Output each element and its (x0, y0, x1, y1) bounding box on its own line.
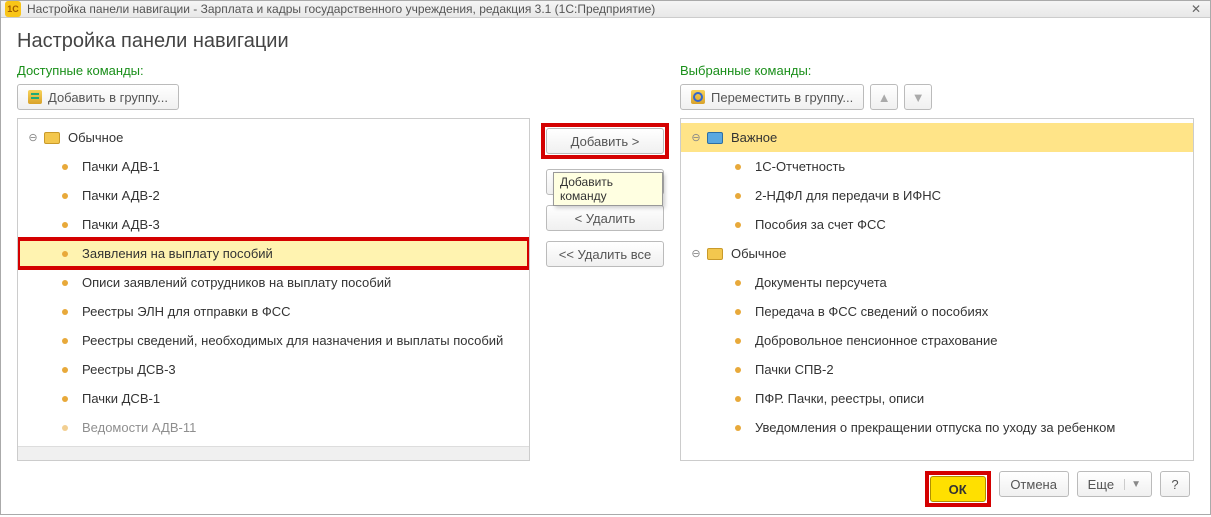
tree-item-label: ПФР. Пачки, реестры, описи (755, 391, 924, 406)
tree-item-selected[interactable]: Заявления на выплату пособий (18, 239, 529, 268)
group-label: Обычное (68, 130, 123, 145)
tree-item[interactable]: Реестры ЭЛН для отправки в ФСС (18, 297, 529, 326)
tree-item-label: Документы персучета (755, 275, 887, 290)
tree-item-label: Пачки АДВ-2 (82, 188, 160, 203)
remove-button[interactable]: < Удалить (546, 205, 664, 231)
tree-item[interactable]: Реестры сведений, необходимых для назнач… (18, 326, 529, 355)
tree-group-normal[interactable]: ⊖ Обычное (681, 239, 1193, 268)
add-to-group-label: Добавить в группу... (48, 90, 168, 105)
tooltip: Добавить команду (553, 172, 663, 206)
transfer-buttons-panel: Добавить > Добавить все >> Добавить кома… (530, 63, 680, 461)
selected-label: Выбранные команды: (680, 63, 1194, 78)
chevron-down-icon: ▼ (1124, 479, 1141, 490)
tree-item[interactable]: Добровольное пенсионное страхование (681, 326, 1193, 355)
arrow-up-icon: ▲ (878, 90, 891, 105)
move-down-button[interactable]: ▼ (904, 84, 932, 110)
tree-item[interactable]: Реестры ДСВ-3 (18, 355, 529, 384)
window-title: Настройка панели навигации - Зарплата и … (27, 2, 655, 16)
ok-button[interactable]: ОК (930, 476, 986, 502)
horizontal-scrollbar[interactable] (18, 446, 529, 460)
more-label: Еще (1088, 477, 1114, 492)
app-icon: 1С (5, 1, 21, 17)
move-up-button[interactable]: ▲ (870, 84, 898, 110)
folder-add-icon (28, 90, 42, 104)
tree-item[interactable]: Уведомления о прекращении отпуска по ухо… (681, 413, 1193, 442)
add-to-group-button[interactable]: Добавить в группу... (17, 84, 179, 110)
remove-all-button-label: << Удалить все (559, 247, 652, 262)
help-button[interactable]: ? (1160, 471, 1190, 497)
add-all-button[interactable]: Добавить все >> Добавить команду (546, 169, 664, 195)
tree-item-label: Ведомости АДВ-11 (82, 420, 196, 435)
group-label: Важное (731, 130, 777, 145)
tree-item-label: Реестры сведений, необходимых для назнач… (82, 333, 503, 348)
cancel-button[interactable]: Отмена (999, 471, 1069, 497)
available-label: Доступные команды: (17, 63, 530, 78)
selected-tree[interactable]: ⊖ Важное 1С-Отчетность 2-НДФЛ для переда… (680, 118, 1194, 461)
page-title: Настройка панели навигации (17, 30, 1194, 53)
add-button-label: Добавить > (571, 134, 640, 149)
selected-commands-panel: Выбранные команды: Переместить в группу.… (680, 63, 1194, 461)
folder-icon (707, 248, 723, 260)
collapse-icon[interactable]: ⊖ (26, 131, 40, 145)
cancel-label: Отмена (1010, 477, 1057, 492)
tree-item[interactable]: Пачки АДВ-3 (18, 210, 529, 239)
collapse-icon[interactable]: ⊖ (689, 247, 703, 261)
collapse-icon[interactable]: ⊖ (689, 131, 703, 145)
tree-item-label: Уведомления о прекращении отпуска по ухо… (755, 420, 1115, 435)
tree-item-label: Реестры ДСВ-3 (82, 362, 176, 377)
tree-group-important[interactable]: ⊖ Важное (681, 123, 1193, 152)
window: 1С Настройка панели навигации - Зарплата… (0, 0, 1211, 515)
remove-button-label: < Удалить (575, 211, 636, 226)
tree-item[interactable]: Пачки АДВ-1 (18, 152, 529, 181)
tree-item-label: Добровольное пенсионное страхование (755, 333, 997, 348)
tree-item[interactable]: Пачки СПВ-2 (681, 355, 1193, 384)
help-label: ? (1171, 477, 1178, 492)
move-to-group-button[interactable]: Переместить в группу... (680, 84, 864, 110)
move-to-group-label: Переместить в группу... (711, 90, 853, 105)
folder-move-icon (691, 90, 705, 104)
tree-item-label: 1С-Отчетность (755, 159, 845, 174)
tree-item-label: Пачки АДВ-1 (82, 159, 160, 174)
tree-item-label: Пачки СПВ-2 (755, 362, 834, 377)
tree-item-label: Пачки АДВ-3 (82, 217, 160, 232)
tree-item-label: Описи заявлений сотрудников на выплату п… (82, 275, 391, 290)
group-label: Обычное (731, 246, 786, 261)
available-commands-panel: Доступные команды: Добавить в группу... … (17, 63, 530, 461)
folder-icon (707, 132, 723, 144)
tree-item[interactable]: Пособия за счет ФСС (681, 210, 1193, 239)
close-icon[interactable]: ✕ (1186, 1, 1206, 17)
tree-item-label: Заявления на выплату пособий (82, 246, 273, 261)
content: Настройка панели навигации Доступные ком… (1, 18, 1210, 517)
tree-item[interactable]: Документы персучета (681, 268, 1193, 297)
tree-item[interactable]: 2-НДФЛ для передачи в ИФНС (681, 181, 1193, 210)
remove-all-button[interactable]: << Удалить все (546, 241, 664, 267)
tree-item-label: Передача в ФСС сведений о пособиях (755, 304, 988, 319)
tree-item[interactable]: Описи заявлений сотрудников на выплату п… (18, 268, 529, 297)
dialog-footer: ОК Отмена Еще ▼ ? (17, 461, 1194, 507)
tree-item[interactable]: Пачки ДСВ-1 (18, 384, 529, 413)
arrow-down-icon: ▼ (912, 90, 925, 105)
tree-item-label: Пособия за счет ФСС (755, 217, 886, 232)
tree-item[interactable]: Передача в ФСС сведений о пособиях (681, 297, 1193, 326)
more-button[interactable]: Еще ▼ (1077, 471, 1152, 497)
tree-item[interactable]: Ведомости АДВ-11 (18, 413, 529, 442)
ok-label: ОК (949, 482, 967, 497)
tree-item[interactable]: 1С-Отчетность (681, 152, 1193, 181)
tree-item-label: Реестры ЭЛН для отправки в ФСС (82, 304, 291, 319)
add-button[interactable]: Добавить > (546, 128, 664, 154)
titlebar: 1С Настройка панели навигации - Зарплата… (1, 1, 1210, 18)
tree-item[interactable]: Пачки АДВ-2 (18, 181, 529, 210)
available-tree[interactable]: ⊖ Обычное Пачки АДВ-1 Пачки АДВ-2 Пачки … (17, 118, 530, 461)
tree-item-label: Пачки ДСВ-1 (82, 391, 160, 406)
tree-item[interactable]: ПФР. Пачки, реестры, описи (681, 384, 1193, 413)
tree-group-row[interactable]: ⊖ Обычное (18, 123, 529, 152)
folder-icon (44, 132, 60, 144)
tree-item-label: 2-НДФЛ для передачи в ИФНС (755, 188, 941, 203)
